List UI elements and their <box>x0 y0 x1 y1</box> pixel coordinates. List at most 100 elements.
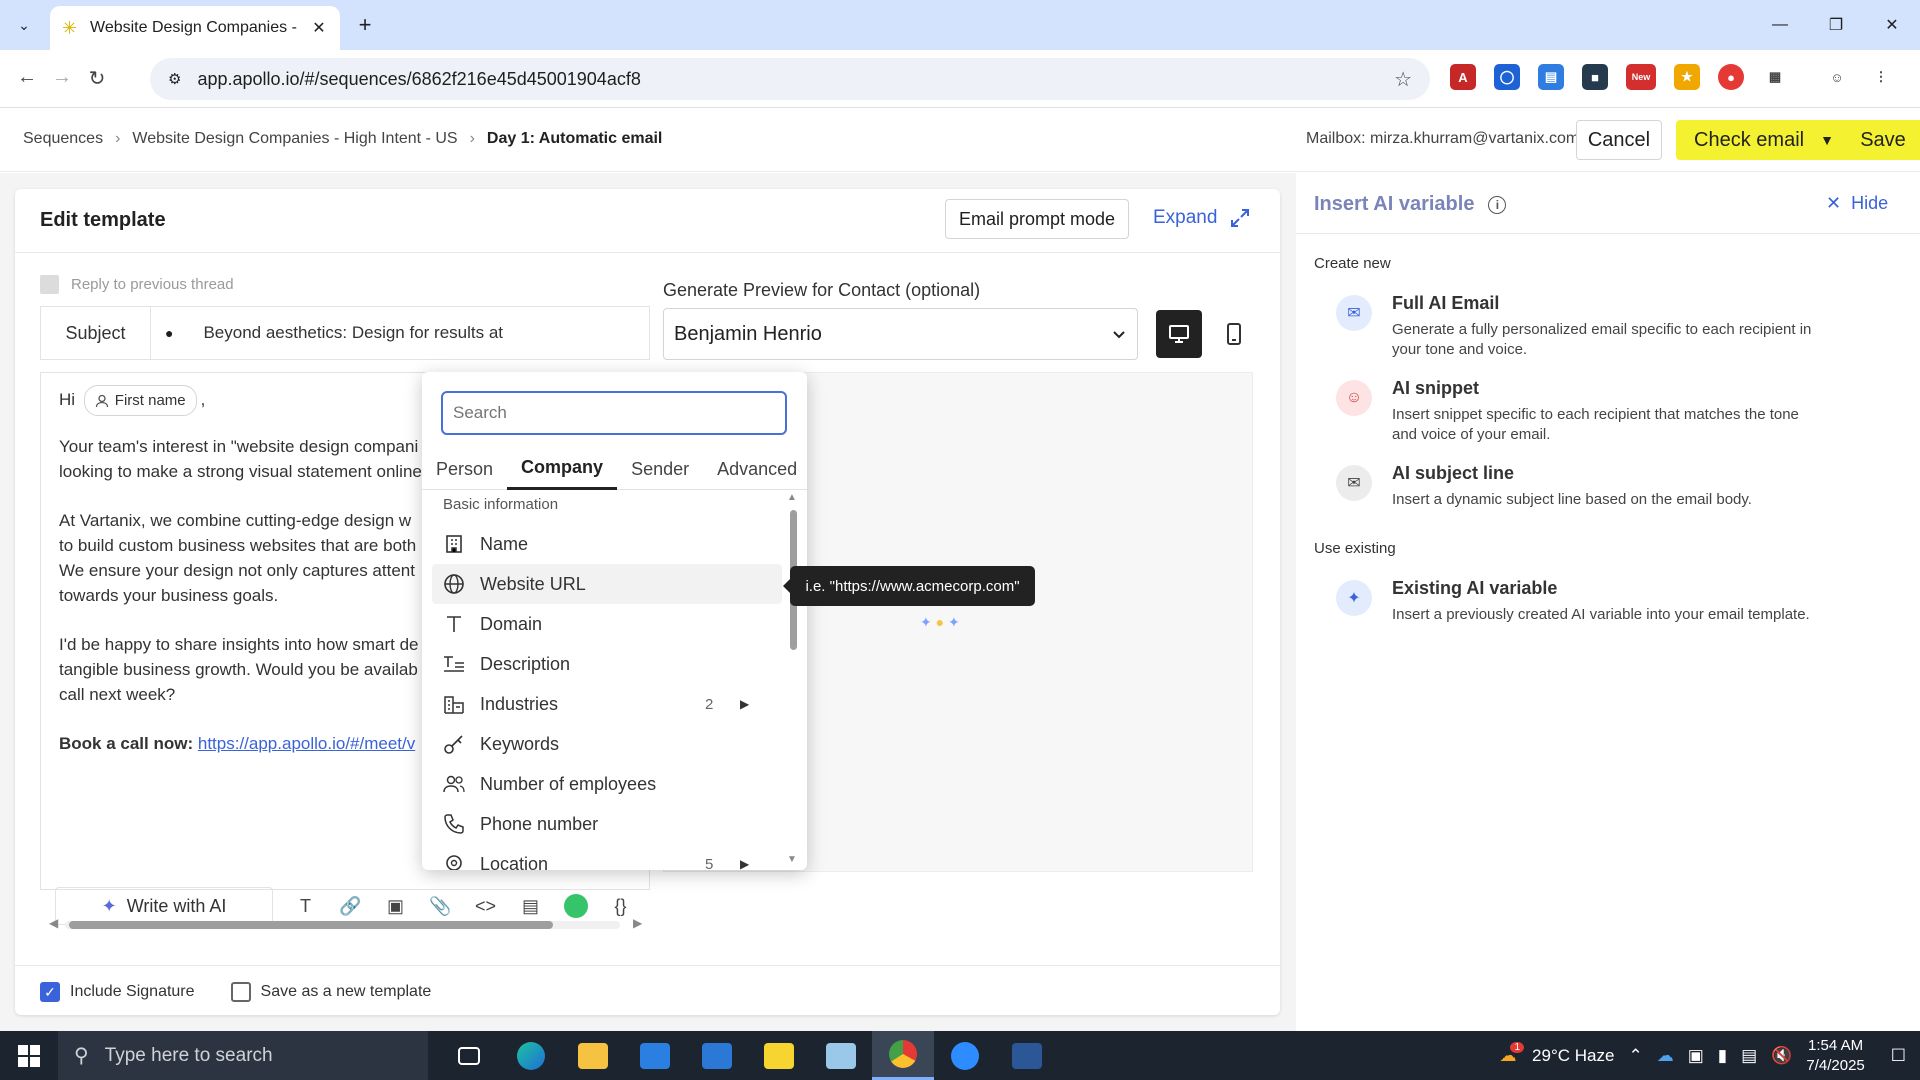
site-info-icon[interactable]: ⚙ <box>168 70 181 88</box>
file-explorer-icon[interactable] <box>562 1031 624 1080</box>
breadcrumb-sequence-name[interactable]: Website Design Companies - High Intent -… <box>132 130 457 148</box>
list-item[interactable]: Domain <box>432 604 782 644</box>
cancel-button[interactable]: Cancel <box>1576 120 1662 160</box>
battery-icon[interactable]: ▮ <box>1718 1046 1727 1066</box>
close-tab-icon[interactable]: ✕ <box>310 18 328 38</box>
close-window-icon[interactable]: ✕ <box>1864 0 1920 50</box>
zoom-icon[interactable] <box>934 1031 996 1080</box>
browser-tab[interactable]: ✳ Website Design Companies - H ✕ <box>50 6 340 50</box>
meeting-link[interactable]: https://app.apollo.io/#/meet/v <box>198 734 415 753</box>
full-ai-email-option[interactable]: ✉ Full AI Email Generate a fully persona… <box>1336 293 1822 360</box>
expand-button[interactable]: Expand <box>1153 207 1251 229</box>
ai-snippet-option[interactable]: ☺ AI snippet Insert snippet specific to … <box>1336 378 1822 445</box>
omnibox[interactable]: ⚙ app.apollo.io/#/sequences/6862f216e45d… <box>150 58 1430 100</box>
weather-widget[interactable]: ☁ 1 29°C Haze <box>1499 1042 1614 1066</box>
reply-checkbox[interactable] <box>40 275 59 294</box>
minimize-icon[interactable]: — <box>1752 0 1808 50</box>
pokeball-extension-icon[interactable]: ● <box>1718 64 1744 90</box>
body-line: At Vartanix, we combine cutting-edge des… <box>59 511 412 530</box>
list-item[interactable]: Number of employees <box>432 764 782 804</box>
tab-person[interactable]: Person <box>422 448 507 490</box>
restore-icon[interactable]: ❐ <box>1808 0 1864 50</box>
shield-extension-icon[interactable]: ◯ <box>1494 64 1520 90</box>
ai-subject-line-option[interactable]: ✉ AI subject line Insert a dynamic subje… <box>1336 463 1822 510</box>
back-icon[interactable]: ← <box>14 66 40 92</box>
reply-to-thread-option[interactable]: Reply to previous thread <box>40 275 234 294</box>
list-item[interactable]: Phone number <box>432 804 782 844</box>
puzzle-extensions-icon[interactable]: ▦ <box>1762 64 1788 90</box>
check-email-button[interactable]: Check email ▼ <box>1676 120 1852 160</box>
scroll-left-icon[interactable]: ◀ <box>49 916 58 930</box>
caret-right-icon[interactable]: ▶ <box>740 857 749 870</box>
star-extension-icon[interactable]: ★ <box>1674 64 1700 90</box>
task-view-icon[interactable] <box>438 1031 500 1080</box>
word-icon[interactable] <box>996 1031 1058 1080</box>
mobile-preview-button[interactable] <box>1217 310 1251 358</box>
volume-mute-icon[interactable]: 🔇 <box>1771 1046 1792 1066</box>
new-tab-icon[interactable]: + <box>352 12 378 38</box>
contact-select[interactable]: Benjamin Henrio <box>663 308 1138 360</box>
existing-ai-variable-option[interactable]: ✦ Existing AI variable Insert a previous… <box>1336 578 1822 625</box>
app-header: Sequences › Website Design Companies - H… <box>0 108 1920 172</box>
url-text[interactable]: app.apollo.io/#/sequences/6862f216e45d45… <box>197 69 1378 90</box>
toolbar-scrollbar[interactable]: ◀ ▶ <box>49 916 649 931</box>
caret-right-icon[interactable]: ▶ <box>740 697 749 711</box>
scroll-thumb[interactable] <box>69 921 553 929</box>
chrome-icon[interactable] <box>872 1031 934 1080</box>
save-template-checkbox[interactable] <box>230 982 251 1002</box>
browser-menu-icon[interactable]: ⋮ <box>1868 64 1894 90</box>
mail-icon[interactable] <box>686 1031 748 1080</box>
network-icon[interactable]: ▤ <box>1741 1046 1757 1066</box>
variable-search-input[interactable] <box>441 391 787 435</box>
tab-sender[interactable]: Sender <box>617 448 703 490</box>
email-prompt-mode-button[interactable]: Email prompt mode <box>945 199 1129 239</box>
store-icon[interactable] <box>624 1031 686 1080</box>
subject-field[interactable]: Subject ● Beyond aesthetics: Design for … <box>40 306 650 360</box>
tab-search-chevron-icon[interactable]: ⌄ <box>10 12 38 38</box>
sparkle-icon: ✦ <box>101 895 117 916</box>
body-line: to build custom business websites that a… <box>59 536 417 555</box>
desktop-preview-button[interactable] <box>1156 310 1202 358</box>
include-signature-checkbox[interactable]: ✓ <box>40 982 60 1002</box>
bookmark-star-icon[interactable]: ☆ <box>1394 67 1412 92</box>
clock[interactable]: 1:54 AM 7/4/2025 <box>1806 1036 1864 1076</box>
variable-list-scrollbar[interactable]: ▲ ▼ <box>787 492 799 868</box>
list-item[interactable]: Keywords <box>432 724 782 764</box>
first-name-variable-chip[interactable]: First name <box>83 385 197 416</box>
list-item[interactable]: Industries 2 ▶ <box>432 684 782 724</box>
subject-value[interactable]: Beyond aesthetics: Design for results at <box>203 323 503 343</box>
chevron-up-icon[interactable]: ⌃ <box>1628 1046 1642 1066</box>
taskbar-search[interactable]: ⚲ Type here to search <box>58 1031 428 1080</box>
edge-icon[interactable] <box>500 1031 562 1080</box>
pdf-extension-icon[interactable]: A <box>1450 64 1476 90</box>
hide-label: Hide <box>1851 193 1889 213</box>
scroll-up-icon[interactable]: ▲ <box>787 492 797 503</box>
notifications-icon[interactable]: ☐ <box>1891 1046 1906 1066</box>
scroll-down-icon[interactable]: ▼ <box>787 854 797 865</box>
start-button[interactable] <box>0 1031 58 1080</box>
tab-advanced[interactable]: Advanced <box>703 448 807 490</box>
forward-icon[interactable]: → <box>49 66 75 92</box>
list-item[interactable]: Name <box>432 524 782 564</box>
hide-panel-button[interactable]: ✕ Hide <box>1826 193 1888 214</box>
save-button[interactable]: Save <box>1832 120 1920 160</box>
option-title: AI subject line <box>1392 463 1515 483</box>
profile-icon[interactable]: ☺ <box>1824 64 1850 90</box>
variable-picker-popup: Person Company Sender Advanced Basic inf… <box>422 372 807 870</box>
notepad-icon[interactable] <box>810 1031 872 1080</box>
folder-extension-icon[interactable]: ■ <box>1582 64 1608 90</box>
sticky-notes-icon[interactable] <box>748 1031 810 1080</box>
onedrive-icon[interactable]: ☁ <box>1657 1046 1674 1066</box>
reload-icon[interactable]: ↻ <box>84 66 110 92</box>
document-extension-icon[interactable]: ▤ <box>1538 64 1564 90</box>
scroll-right-icon[interactable]: ▶ <box>633 916 642 930</box>
body-line: I'd be happy to share insights into how … <box>59 635 419 654</box>
list-item[interactable]: Website URL <box>432 564 782 604</box>
camera-icon[interactable]: ▣ <box>1688 1046 1704 1066</box>
new-badge-extension-icon[interactable]: New <box>1626 64 1656 90</box>
breadcrumb-sequences[interactable]: Sequences <box>23 130 103 148</box>
list-item[interactable]: Description <box>432 644 782 684</box>
info-icon[interactable]: i <box>1488 195 1507 214</box>
tab-company[interactable]: Company <box>507 448 618 490</box>
list-item[interactable]: Location 5 ▶ <box>432 844 782 870</box>
